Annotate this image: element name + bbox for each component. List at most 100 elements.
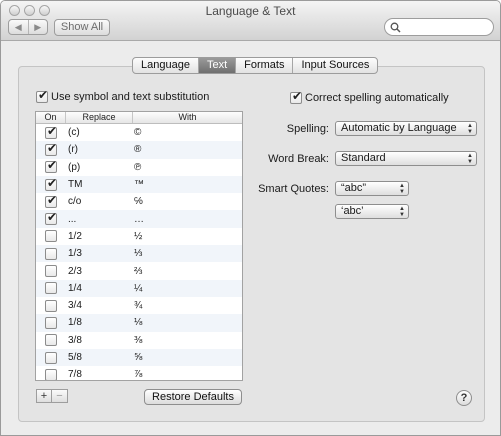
spelling-popup[interactable]: Automatic by Language ▲ ▼ [335, 121, 477, 136]
table-row[interactable]: c/o℅ [36, 193, 242, 210]
row-enabled-checkbox[interactable] [45, 124, 57, 139]
word-break-value: Standard [341, 152, 386, 164]
with-cell[interactable]: ⅜ [133, 335, 242, 346]
substitution-option[interactable]: Use symbol and text substitution [36, 88, 209, 103]
search-field[interactable] [384, 18, 494, 36]
row-enabled-checkbox[interactable] [45, 299, 57, 312]
substitution-table[interactable]: On Replace With (c)©(r)®(p)℗TM™c/o℅...…1… [35, 111, 243, 381]
column-header-with[interactable]: With [133, 112, 242, 123]
title-bar: Language & Text ◀ ▶ Show All [1, 1, 500, 41]
row-on-cell [36, 158, 66, 174]
replace-cell[interactable]: 5/8 [66, 352, 133, 363]
row-enabled-checkbox[interactable] [45, 230, 57, 243]
row-enabled-checkbox[interactable] [45, 316, 57, 329]
correct-spelling-checkbox[interactable] [290, 89, 302, 104]
with-cell[interactable]: ⅞ [133, 369, 242, 380]
row-enabled-checkbox[interactable] [45, 176, 57, 191]
table-row[interactable]: 3/4 ¾ [36, 297, 242, 314]
replace-cell[interactable]: 3/4 [66, 300, 133, 311]
row-enabled-checkbox[interactable] [45, 141, 57, 156]
column-header-on[interactable]: On [36, 112, 66, 123]
table-row[interactable]: (p)℗ [36, 158, 242, 176]
window-title: Language & Text [205, 4, 296, 18]
row-enabled-checkbox[interactable] [45, 265, 57, 278]
row-on-cell [36, 141, 66, 156]
table-row[interactable]: ...… [36, 210, 242, 228]
table-row[interactable]: 1/8 ⅛ [36, 314, 242, 332]
row-enabled-checkbox[interactable] [45, 282, 57, 295]
remove-substitution-button[interactable]: − [52, 389, 68, 403]
replace-cell[interactable]: (r) [66, 144, 133, 155]
row-enabled-checkbox[interactable] [45, 210, 57, 226]
single-quotes-value: ‘abc’ [341, 205, 364, 217]
row-enabled-checkbox[interactable] [45, 368, 57, 380]
table-row[interactable]: 1/2 ½ [36, 228, 242, 245]
with-cell[interactable]: … [133, 214, 242, 225]
popup-arrows-icon: ▲ ▼ [467, 123, 473, 135]
row-enabled-checkbox[interactable] [45, 351, 57, 364]
tab-text[interactable]: Text [197, 58, 236, 73]
with-cell[interactable]: ¾ [133, 300, 242, 311]
replace-cell[interactable]: 2/3 [66, 266, 133, 277]
column-header-replace[interactable]: Replace [66, 112, 133, 123]
with-cell[interactable]: ⅝ [133, 352, 242, 363]
table-row[interactable]: 1/4 ¼ [36, 279, 242, 297]
replace-cell[interactable]: 1/3 [66, 248, 133, 259]
with-cell[interactable]: ⅛ [133, 317, 242, 328]
table-row[interactable]: 3/8 ⅜ [36, 332, 242, 349]
add-remove-control: + − [36, 389, 68, 403]
replace-cell[interactable]: c/o [66, 196, 133, 207]
replace-cell[interactable]: 7/8 [66, 369, 133, 380]
correct-spelling-option[interactable]: Correct spelling automatically [290, 89, 449, 104]
word-break-label: Word Break: [268, 153, 329, 165]
table-row[interactable]: 7/8 ⅞ [36, 366, 242, 380]
with-cell[interactable]: ½ [133, 231, 242, 242]
restore-defaults-button[interactable]: Restore Defaults [144, 389, 242, 405]
with-cell[interactable]: ¼ [133, 283, 242, 294]
replace-cell[interactable]: (p) [66, 162, 133, 173]
replace-cell[interactable]: 1/4 [66, 283, 133, 294]
table-row[interactable]: (c)© [36, 124, 242, 141]
table-row[interactable]: 5/8 ⅝ [36, 348, 242, 367]
tab-input-sources[interactable]: Input Sources [292, 58, 377, 73]
with-cell[interactable]: ™ [133, 179, 242, 190]
tab-language[interactable]: Language [133, 58, 198, 73]
table-body: (c)©(r)®(p)℗TM™c/o℅...…1/2½1/3⅓2/3⅔1/4¼3… [36, 124, 242, 380]
with-cell[interactable]: ℗ [133, 162, 242, 173]
row-enabled-checkbox[interactable] [45, 334, 57, 347]
forward-arrow-icon[interactable]: ▶ [29, 20, 48, 34]
add-substitution-button[interactable]: + [36, 389, 52, 403]
row-on-cell [36, 124, 66, 139]
with-cell[interactable]: ⅔ [133, 266, 242, 277]
table-row[interactable]: 2/3 ⅔ [36, 262, 242, 279]
substitution-checkbox[interactable] [36, 88, 48, 103]
help-button[interactable]: ? [456, 390, 472, 406]
table-row[interactable]: 1/3 ⅓ [36, 245, 242, 263]
row-enabled-checkbox[interactable] [45, 158, 57, 174]
tab-formats[interactable]: Formats [235, 58, 292, 73]
row-enabled-checkbox[interactable] [45, 193, 57, 208]
replace-cell[interactable]: 1/8 [66, 317, 133, 328]
replace-cell[interactable]: 1/2 [66, 231, 133, 242]
replace-cell[interactable]: TM [66, 179, 133, 190]
popup-arrows-icon: ▲ ▼ [399, 206, 405, 218]
double-quotes-popup[interactable]: “abc” ▲ ▼ [335, 181, 409, 196]
row-on-cell [36, 299, 66, 312]
with-cell[interactable]: © [133, 127, 242, 138]
replace-cell[interactable]: ... [66, 214, 133, 225]
spelling-value: Automatic by Language [341, 122, 457, 134]
with-cell[interactable]: ® [133, 144, 242, 155]
table-row[interactable]: TM™ [36, 176, 242, 194]
with-cell[interactable]: ℅ [133, 196, 242, 207]
back-arrow-icon[interactable]: ◀ [9, 20, 29, 34]
word-break-popup[interactable]: Standard ▲ ▼ [335, 151, 477, 166]
with-cell[interactable]: ⅓ [133, 248, 242, 259]
replace-cell[interactable]: 3/8 [66, 335, 133, 346]
show-all-button[interactable]: Show All [54, 19, 110, 36]
row-enabled-checkbox[interactable] [45, 247, 57, 260]
table-row[interactable]: (r)® [36, 141, 242, 159]
single-quotes-popup[interactable]: ‘abc’ ▲ ▼ [335, 204, 409, 219]
preferences-window: Language & Text ◀ ▶ Show All Language Te… [0, 0, 501, 436]
replace-cell[interactable]: (c) [66, 127, 133, 138]
row-on-cell [36, 334, 66, 347]
